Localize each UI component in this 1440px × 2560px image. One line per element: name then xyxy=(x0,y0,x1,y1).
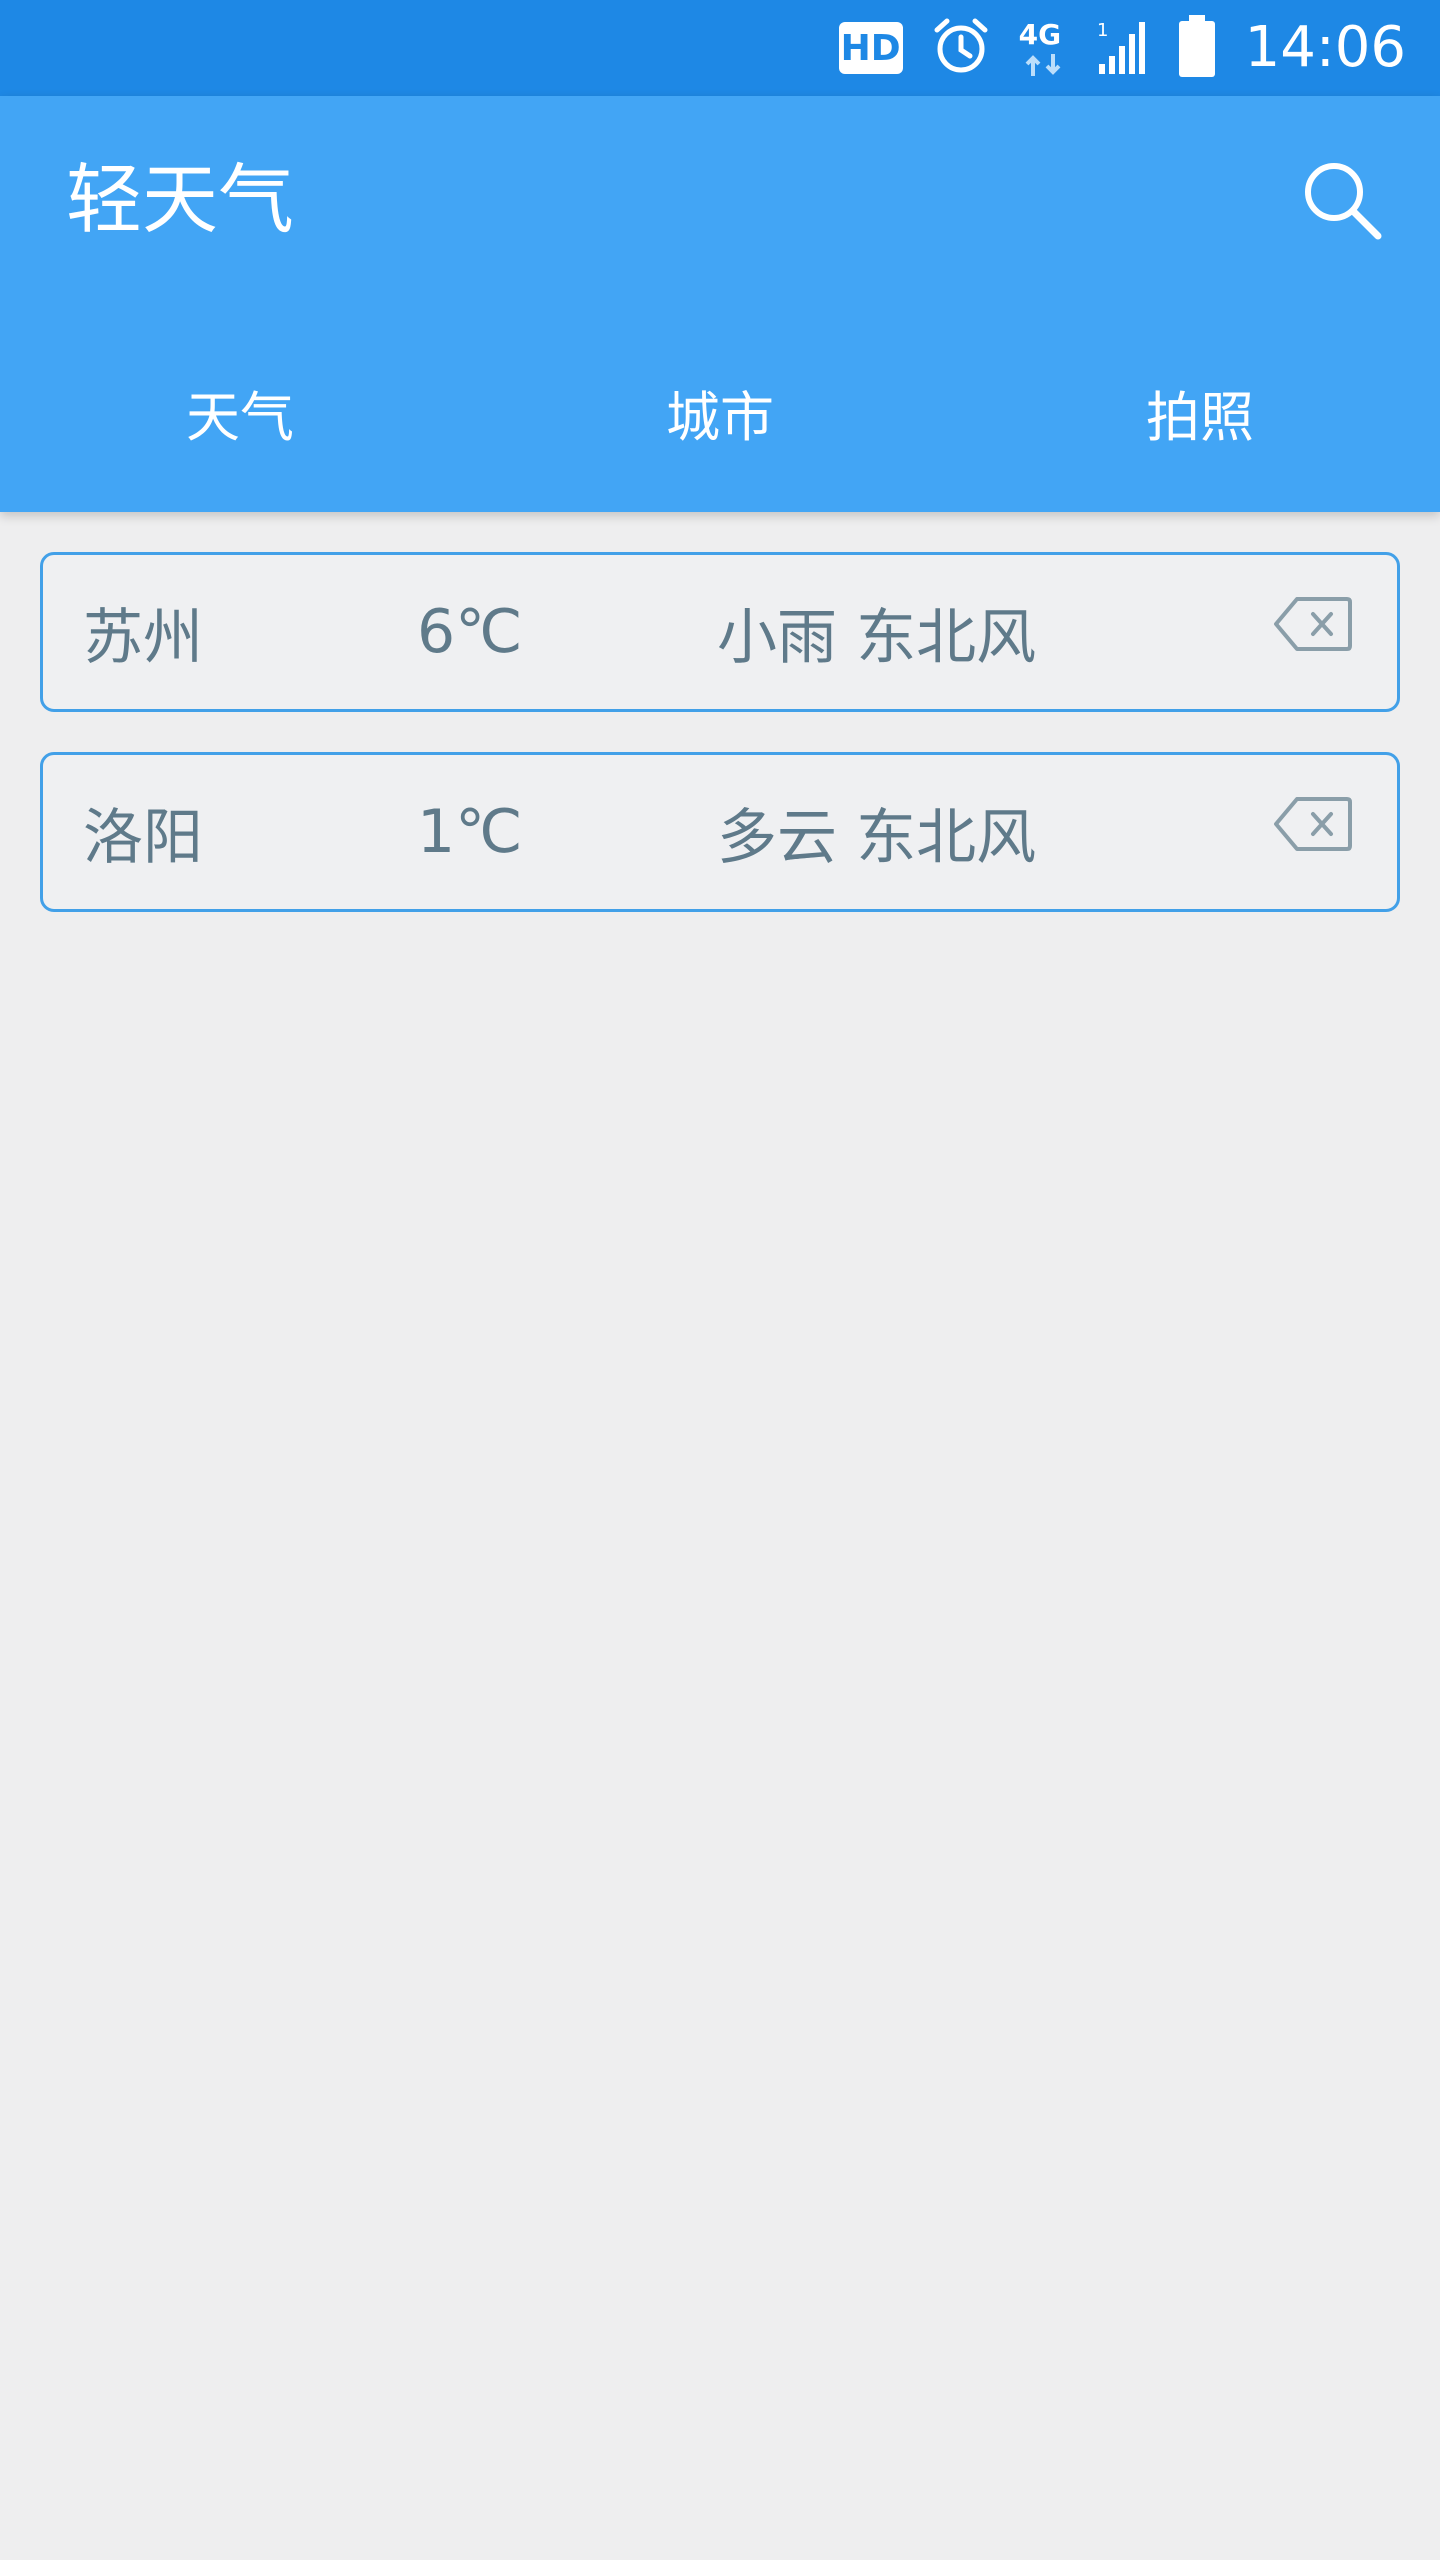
city-condition: 小雨 东北风 xyxy=(717,602,1037,673)
tab-bar: 天气 城市 拍照 xyxy=(0,352,1440,472)
city-card[interactable]: 苏州 6℃ 小雨 东北风 xyxy=(40,552,1400,712)
hd-badge: HD xyxy=(838,22,903,74)
app-bar: 轻天气 天气 城市 拍照 xyxy=(0,96,1440,512)
tab-city[interactable]: 城市 xyxy=(480,352,960,472)
city-temperature: 6℃ xyxy=(417,597,523,667)
delete-city-button[interactable] xyxy=(1273,596,1353,663)
signal-icon: 1 xyxy=(1097,16,1149,80)
app-title: 轻天气 xyxy=(66,155,294,244)
status-time: 14:06 xyxy=(1244,15,1406,80)
city-card[interactable]: 洛阳 1℃ 多云 东北风 xyxy=(40,752,1400,912)
network-type-icon: 4G xyxy=(1019,18,1069,78)
city-name: 洛阳 xyxy=(83,802,203,873)
tab-weather[interactable]: 天气 xyxy=(0,352,480,472)
status-icons: HD 4G 1 14:06 xyxy=(838,0,1406,96)
backspace-icon xyxy=(1273,796,1353,867)
delete-city-button[interactable] xyxy=(1273,796,1353,863)
backspace-icon xyxy=(1273,596,1353,667)
search-button[interactable] xyxy=(1296,156,1388,248)
battery-icon xyxy=(1177,15,1217,81)
city-temperature: 1℃ xyxy=(417,797,523,867)
svg-text:1: 1 xyxy=(1097,20,1108,41)
city-name: 苏州 xyxy=(83,602,203,673)
city-condition: 多云 东北风 xyxy=(717,802,1037,873)
city-list: 苏州 6℃ 小雨 东北风 洛阳 1℃ 多云 东北风 xyxy=(40,552,1400,952)
alarm-icon xyxy=(931,16,991,80)
tab-photo[interactable]: 拍照 xyxy=(960,352,1440,472)
search-icon xyxy=(1300,158,1384,246)
status-bar: HD 4G 1 14:06 xyxy=(0,0,1440,96)
